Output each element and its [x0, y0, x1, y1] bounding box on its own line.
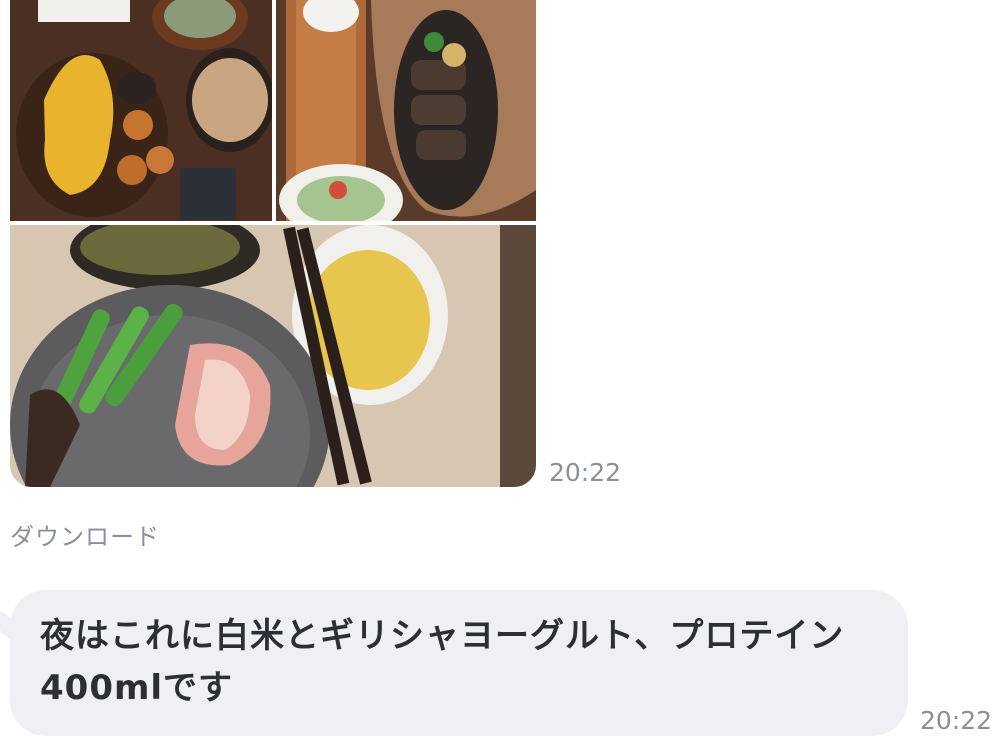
photo-omelet-set[interactable]	[10, 0, 272, 221]
text-message-timestamp: 20:22	[920, 706, 993, 735]
photo-shrimp-plate[interactable]	[10, 225, 536, 487]
download-link[interactable]: ダウンロード	[10, 517, 160, 552]
hamburg-set-image	[276, 0, 536, 221]
photo-message-timestamp: 20:22	[549, 458, 622, 487]
shrimp-plate-image	[10, 225, 536, 487]
omelet-set-image	[10, 0, 272, 221]
photo-message[interactable]	[10, 0, 536, 487]
photo-hamburg-set[interactable]	[276, 0, 536, 221]
message-text: 夜はこれに白米とギリシャヨーグルト、プロテイン400mlです	[40, 616, 845, 708]
text-message-bubble[interactable]: 夜はこれに白米とギリシャヨーグルト、プロテイン400mlです	[10, 590, 908, 736]
